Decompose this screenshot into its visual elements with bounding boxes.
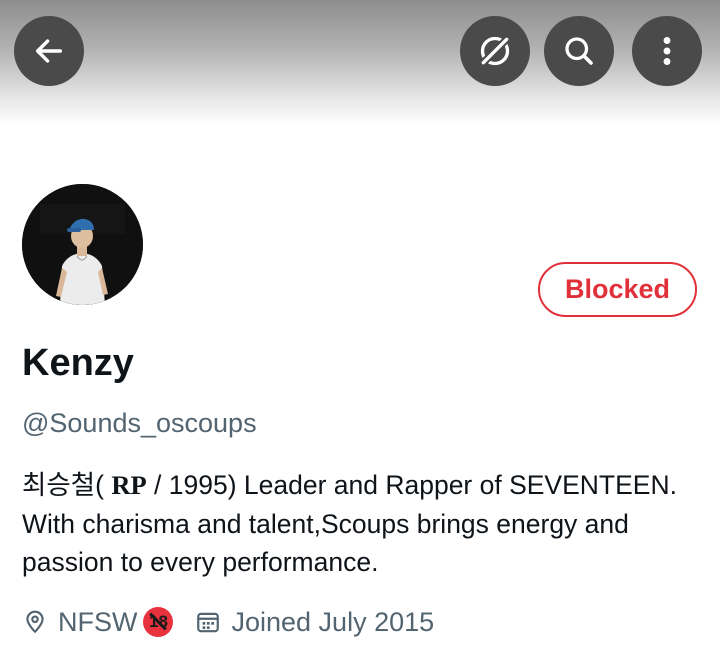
back-button[interactable] (14, 16, 84, 86)
profile-bio: 최승철( RP / 1995) Leader and Rapper of SEV… (22, 466, 712, 582)
blocked-button[interactable]: Blocked (538, 262, 697, 317)
joined-item: Joined July 2015 (195, 607, 434, 638)
calendar-icon (197, 612, 220, 633)
grok-button[interactable] (460, 16, 530, 86)
more-vertical-icon (663, 37, 671, 65)
search-icon (565, 37, 593, 65)
location-item: NFSW 18 (22, 606, 174, 638)
arrow-left-icon (35, 39, 63, 63)
bio-text-start: 최승철( (22, 470, 112, 500)
location-text: NFSW (58, 606, 138, 637)
profile-name: Kenzy (22, 342, 134, 384)
search-button[interactable] (544, 16, 614, 86)
avatar[interactable] (22, 184, 143, 305)
profile-meta: NFSW 18 Joined July 2015 (22, 602, 434, 642)
joined-date: Joined July 2015 (231, 606, 435, 637)
profile-handle: @Sounds_oscoups (22, 408, 257, 438)
grok-icon (477, 33, 513, 69)
bio-rp-text: RP (111, 470, 147, 500)
more-options-button[interactable] (632, 16, 702, 86)
badge-18-text: 18 (149, 612, 168, 631)
location-pin-icon (26, 610, 44, 633)
avatar-photo (22, 184, 143, 305)
no-under-18-icon: 18 (143, 607, 174, 637)
